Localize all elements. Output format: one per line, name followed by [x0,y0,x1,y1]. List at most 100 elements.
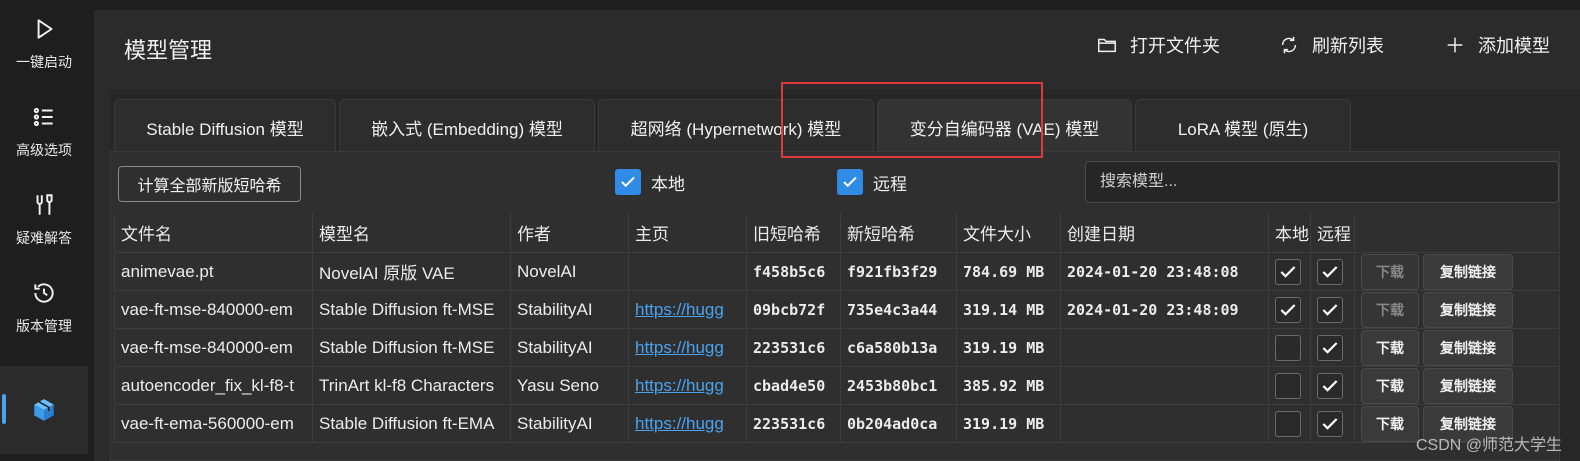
remote-checkbox[interactable] [1317,334,1343,361]
download-button[interactable]: 下载 [1361,367,1419,404]
old-hash-cell: 223531c6 [746,405,840,442]
author-cell: StabilityAI [510,405,628,442]
play-icon [37,19,53,39]
old-hash-cell: f458b5c6 [746,253,840,290]
new-hash-cell: 0b204ad0ca [840,405,956,442]
check-icon [1322,303,1338,316]
local-checkbox[interactable] [1275,258,1301,285]
checkbox[interactable] [837,169,863,195]
sidebar-item-launch[interactable]: 一键启动 [0,0,88,88]
column-header[interactable]: 创建日期 [1060,213,1268,252]
column-header[interactable]: 远程 [1310,213,1354,252]
filter-local-label: 本地 [651,174,685,194]
model-cell: Stable Diffusion ft-MSE [312,329,510,366]
homepage-cell: https://hugg [628,405,746,442]
file-cell: vae-ft-mse-840000-em [114,291,312,328]
sidebar-item-troubleshoot[interactable]: 疑难解答 [0,176,88,264]
remote-cell [1310,329,1354,366]
local-checkbox[interactable] [1275,334,1301,361]
tools-icon [36,194,53,215]
date-cell: 2024-01-20 23:48:08 [1060,253,1268,290]
remote-checkbox[interactable] [1317,410,1343,437]
homepage-link[interactable]: https://hugg [635,338,724,358]
remote-checkbox[interactable] [1317,296,1343,323]
plus-icon [1447,37,1463,53]
tab-lora[interactable]: LoRA 模型 (原生) [1135,99,1351,155]
check-icon [843,176,857,188]
open-folder-button[interactable]: 打开文件夹 [1096,32,1220,58]
new-hash-cell: f921fb3f29 [840,253,956,290]
author-cell: StabilityAI [510,329,628,366]
copy-link-button[interactable]: 复制链接 [1423,329,1513,366]
main-panel: 模型管理 打开文件夹 刷新列表 添加模型 Stable Diffusion 模型… [94,10,1580,461]
remote-checkbox[interactable] [1317,372,1343,399]
column-header[interactable]: 新短哈希 [840,213,956,252]
sidebar-item-versions[interactable]: 版本管理 [0,264,88,352]
tab-hypernetwork[interactable]: 超网络 (Hypernetwork) 模型 [598,99,874,155]
model-cell: TrinArt kl-f8 Characters [312,367,510,404]
old-hash-cell: 223531c6 [746,329,840,366]
tab-stable-diffusion[interactable]: Stable Diffusion 模型 [114,99,336,155]
sidebar-item-advanced[interactable]: 高级选项 [0,88,88,176]
column-header[interactable]: 文件大小 [956,213,1060,252]
actions-cell: 下载 复制链接 [1354,329,1560,366]
cube-icon [34,399,54,421]
size-cell: 784.69 MB [956,253,1060,290]
local-checkbox[interactable] [1275,410,1301,437]
column-header[interactable]: 旧短哈希 [746,213,840,252]
filter-remote-checkbox[interactable]: 远程 [837,169,907,195]
table-header: 文件名 模型名 作者 主页 旧短哈希 新短哈希 文件大小 创建日期 本地 远程 [114,213,1560,253]
local-cell [1268,367,1310,404]
local-checkbox[interactable] [1275,372,1301,399]
table-row: animevae.pt NovelAI 原版 VAE NovelAI f458b5c6… [114,253,1560,291]
check-icon [1322,379,1338,392]
file-cell: vae-ft-mse-840000-em [114,329,312,366]
check-icon [1322,417,1338,430]
tab-vae[interactable]: 变分自编码器 (VAE) 模型 [877,99,1132,155]
refresh-button[interactable]: 刷新列表 [1278,32,1384,58]
remote-cell [1310,405,1354,442]
filter-remote-label: 远程 [873,174,907,194]
sidebar-item-models[interactable] [0,366,88,454]
remote-checkbox[interactable] [1317,258,1343,285]
sidebar-item-label: 一键启动 [16,54,72,70]
local-checkbox[interactable] [1275,296,1301,323]
table-row: vae-ft-mse-840000-em Stable Diffusion ft-… [114,329,1560,367]
homepage-link[interactable]: https://hugg [635,300,724,320]
author-cell: StabilityAI [510,291,628,328]
column-header[interactable]: 作者 [510,213,628,252]
filter-local-checkbox[interactable]: 本地 [615,169,685,195]
copy-link-button[interactable]: 复制链接 [1423,367,1513,404]
column-header[interactable]: 本地 [1268,213,1310,252]
column-header[interactable]: 模型名 [312,213,510,252]
refresh-icon [1281,36,1297,54]
date-cell [1060,367,1268,404]
homepage-link[interactable]: https://hugg [635,376,724,396]
list-icon [33,107,53,127]
download-button[interactable]: 下载 [1361,253,1419,290]
model-cell: Stable Diffusion ft-EMA [312,405,510,442]
old-hash-cell: cbad4e50 [746,367,840,404]
copy-link-button[interactable]: 复制链接 [1423,291,1513,328]
homepage-cell [628,253,746,290]
file-cell: vae-ft-ema-560000-em [114,405,312,442]
column-header[interactable]: 主页 [628,213,746,252]
size-cell: 319.19 MB [956,405,1060,442]
download-button[interactable]: 下载 [1361,405,1419,442]
download-button[interactable]: 下载 [1361,291,1419,328]
tab-content: Stable Diffusion 模型 嵌入式 (Embedding) 模型 超… [110,90,1580,461]
calc-hash-button[interactable]: 计算全部新版短哈希 [118,166,301,202]
checkbox[interactable] [615,169,641,195]
search-input[interactable] [1085,161,1559,203]
column-header[interactable]: 文件名 [114,213,312,252]
old-hash-cell: 09bcb72f [746,291,840,328]
homepage-link[interactable]: https://hugg [635,414,724,434]
column-header[interactable] [1354,213,1560,252]
file-cell: autoencoder_fix_kl-f8-t [114,367,312,404]
sidebar-item-label: 疑难解答 [16,230,72,246]
copy-link-button[interactable]: 复制链接 [1423,253,1513,290]
size-cell: 319.14 MB [956,291,1060,328]
add-model-button[interactable]: 添加模型 [1444,32,1550,58]
download-button[interactable]: 下载 [1361,329,1419,366]
tab-embedding[interactable]: 嵌入式 (Embedding) 模型 [339,99,595,155]
